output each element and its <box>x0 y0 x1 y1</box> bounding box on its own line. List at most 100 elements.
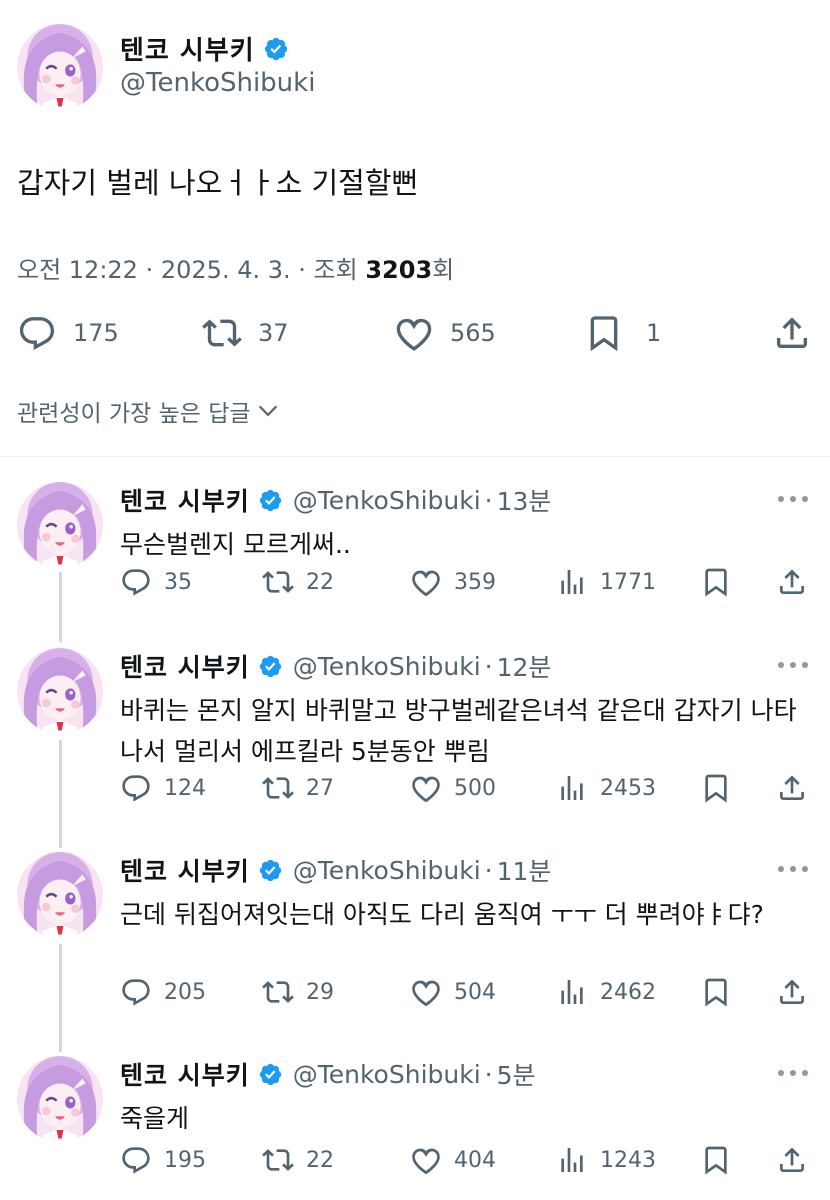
reply-button[interactable]: 195 <box>120 1144 206 1176</box>
avatar-image <box>17 852 103 938</box>
heart-icon <box>410 566 442 598</box>
heart-icon <box>410 976 442 1008</box>
reply-author-handle[interactable]: @TenkoShibuki <box>293 1060 481 1089</box>
retweet-button[interactable]: 22 <box>262 566 334 598</box>
views-icon <box>556 976 588 1008</box>
like-button[interactable]: 504 <box>410 976 496 1008</box>
share-icon <box>776 1144 808 1176</box>
views-button[interactable]: 2453 <box>556 772 656 804</box>
like-button[interactable]: 565 <box>394 313 496 353</box>
bookmark-icon <box>700 976 732 1008</box>
views-icon <box>556 772 588 804</box>
views-suffix: 회 <box>432 256 455 284</box>
reply-count: 124 <box>164 775 206 801</box>
reply-actions: 35 22 359 1771 <box>0 566 830 602</box>
author-display-name[interactable]: 텐코 시부키 <box>120 30 255 67</box>
views-count: 1243 <box>600 1147 656 1173</box>
reply-count: 205 <box>164 979 206 1005</box>
reply-author-handle[interactable]: @TenkoShibuki <box>293 856 481 885</box>
bookmark-button[interactable] <box>700 566 732 598</box>
like-button[interactable]: 404 <box>410 1144 496 1176</box>
reply-author-name[interactable]: 텐코 시부키 <box>120 648 250 684</box>
avatar-image <box>17 648 103 734</box>
avatar[interactable] <box>17 24 103 110</box>
bookmark-button[interactable]: 1 <box>584 313 661 353</box>
like-count: 404 <box>454 1147 496 1173</box>
reply-time[interactable]: 12분 <box>497 648 552 684</box>
bookmark-button[interactable] <box>700 772 732 804</box>
avatar[interactable] <box>17 648 103 734</box>
views-count: 2453 <box>600 775 656 801</box>
bookmark-button[interactable] <box>700 976 732 1008</box>
tweet-text: 갑자기 벌레 나오ㅓㅏ소 기절할뻔 <box>17 166 419 200</box>
views-button[interactable]: 1243 <box>556 1144 656 1176</box>
retweet-button[interactable]: 27 <box>262 772 334 804</box>
retweet-button[interactable]: 29 <box>262 976 334 1008</box>
reply-sort-dropdown[interactable]: 관련성이 가장 높은 답글 <box>17 394 281 428</box>
reply-header: 텐코 시부키 @TenkoShibuki · 5분 <box>120 1056 536 1092</box>
reply-author-name[interactable]: 텐코 시부키 <box>120 1056 250 1092</box>
header-separator: · <box>484 651 493 681</box>
reply-author-name[interactable]: 텐코 시부키 <box>120 482 250 518</box>
bookmark-icon <box>700 1144 732 1176</box>
share-button[interactable] <box>772 313 812 353</box>
reply-text: 죽을게 <box>120 1104 190 1133</box>
reply-icon <box>120 772 152 804</box>
heart-icon <box>410 1144 442 1176</box>
reply-time[interactable]: 5분 <box>497 1056 536 1092</box>
views-button[interactable]: 1771 <box>556 566 656 598</box>
retweet-button[interactable]: 22 <box>262 1144 334 1176</box>
like-count: 359 <box>454 569 496 595</box>
bookmark-icon <box>584 313 624 353</box>
retweet-icon <box>202 313 242 353</box>
avatar[interactable] <box>17 482 103 568</box>
views-button[interactable]: 2462 <box>556 976 656 1008</box>
retweet-icon <box>262 1144 294 1176</box>
views-count: 1771 <box>600 569 656 595</box>
views-count: 3203 <box>365 256 433 284</box>
share-button[interactable] <box>776 566 808 598</box>
reply-author-handle[interactable]: @TenkoShibuki <box>293 486 481 515</box>
reply-time[interactable]: 13분 <box>497 482 552 518</box>
share-button[interactable] <box>776 976 808 1008</box>
bookmark-count: 1 <box>646 319 662 347</box>
reply-author-handle[interactable]: @TenkoShibuki <box>293 652 481 681</box>
views-prefix: 조회 <box>313 256 358 284</box>
more-icon[interactable] <box>778 866 808 874</box>
bookmark-icon <box>700 772 732 804</box>
retweet-count: 29 <box>306 979 334 1005</box>
tweet-time[interactable]: 오전 12:22 <box>17 256 138 284</box>
reply-count: 195 <box>164 1147 206 1173</box>
reply-button[interactable]: 205 <box>120 976 206 1008</box>
retweet-button[interactable]: 37 <box>202 313 289 353</box>
like-button[interactable]: 359 <box>410 566 496 598</box>
reply-icon <box>120 1144 152 1176</box>
header-separator: · <box>484 855 493 885</box>
reply-time[interactable]: 11분 <box>497 852 552 888</box>
reply-author-name[interactable]: 텐코 시부키 <box>120 852 250 888</box>
avatar[interactable] <box>17 1056 103 1142</box>
like-button[interactable]: 500 <box>410 772 496 804</box>
reply-button[interactable]: 124 <box>120 772 206 804</box>
more-icon[interactable] <box>778 1070 808 1078</box>
reply-button[interactable]: 35 <box>120 566 192 598</box>
verified-badge-icon <box>258 858 283 883</box>
share-button[interactable] <box>776 1144 808 1176</box>
share-button[interactable] <box>776 772 808 804</box>
reply-count: 175 <box>73 319 119 347</box>
bookmark-button[interactable] <box>700 1144 732 1176</box>
retweet-icon <box>262 772 294 804</box>
heart-icon <box>410 772 442 804</box>
author-name-row[interactable]: 텐코 시부키 <box>120 30 289 67</box>
reply-button[interactable]: 175 <box>17 313 119 353</box>
verified-badge-icon <box>263 36 289 62</box>
share-icon <box>776 772 808 804</box>
more-icon[interactable] <box>778 662 808 670</box>
reply-text: 무슨벌렌지 모르게써.. <box>120 530 351 559</box>
retweet-count: 22 <box>306 1147 334 1173</box>
more-icon[interactable] <box>778 496 808 504</box>
author-handle[interactable]: @TenkoShibuki <box>120 68 315 98</box>
tweet-date[interactable]: 2025. 4. 3. <box>161 256 291 284</box>
avatar[interactable] <box>17 852 103 938</box>
retweet-count: 27 <box>306 775 334 801</box>
